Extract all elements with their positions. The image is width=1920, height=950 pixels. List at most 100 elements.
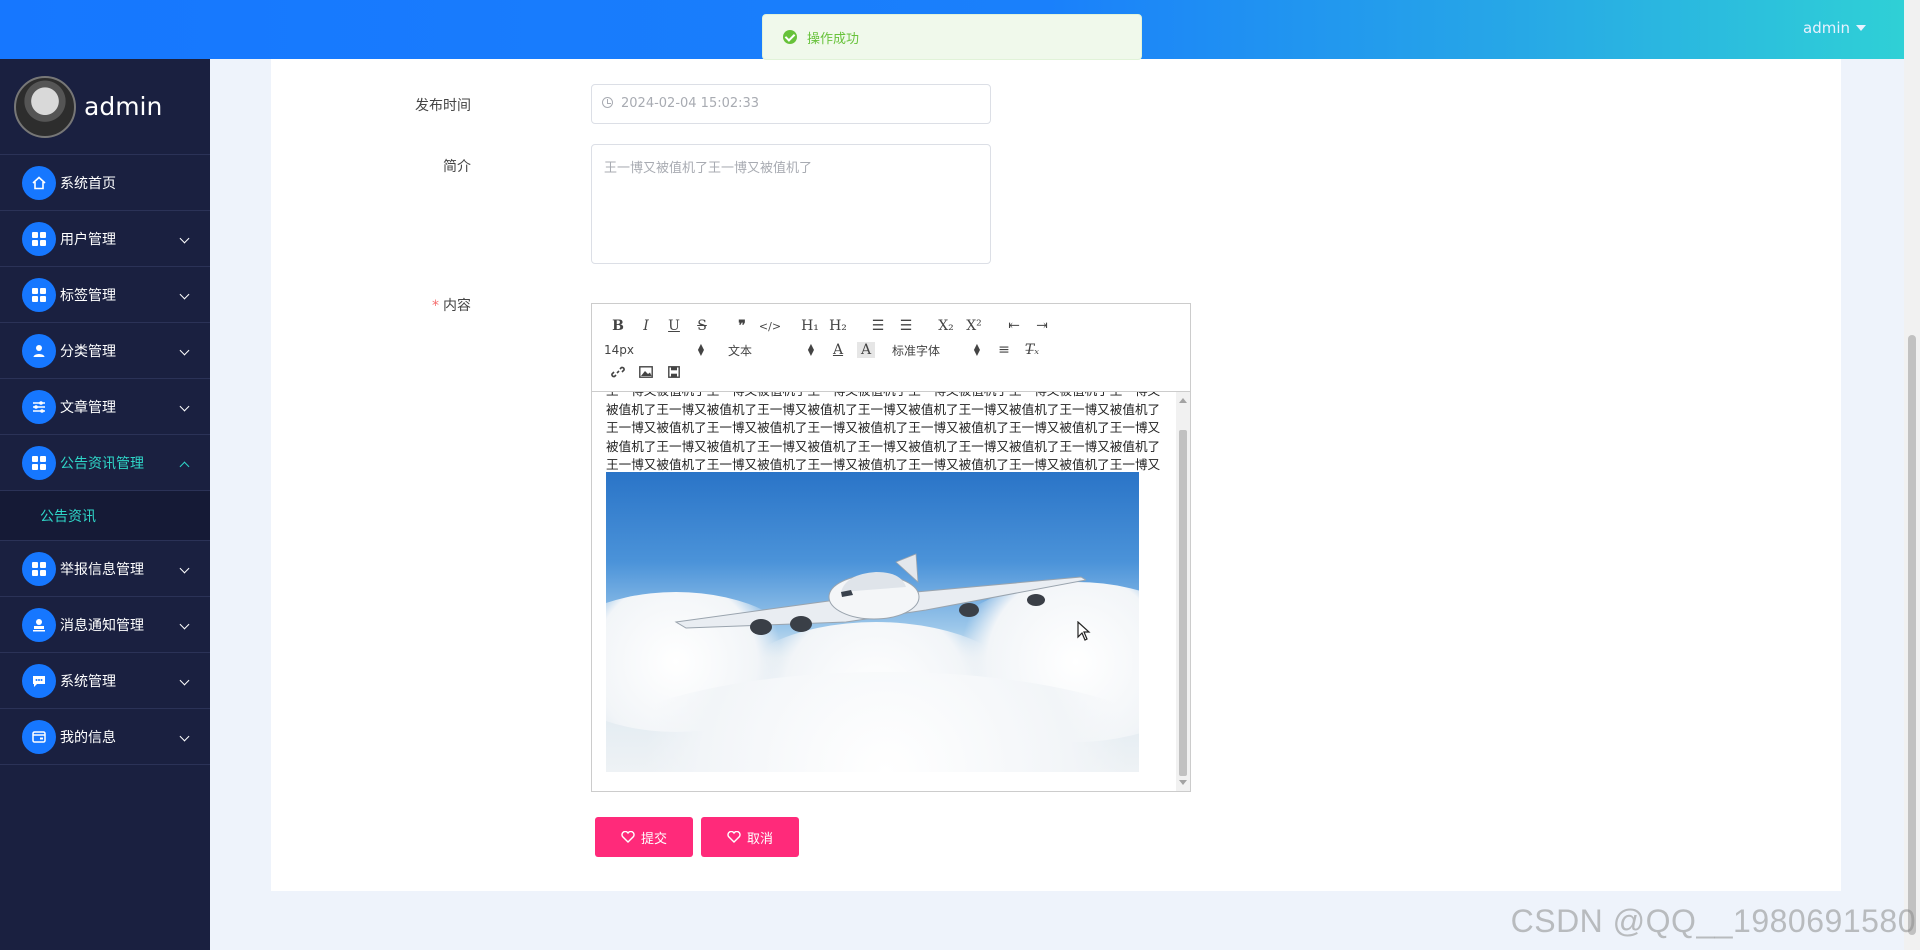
sidebar-subitem-announcements[interactable]: 公告资讯 [0, 491, 210, 541]
superscript-icon[interactable]: X² [960, 318, 988, 334]
page-scroll-thumb[interactable] [1908, 335, 1916, 935]
underline-icon[interactable]: U [660, 318, 688, 334]
required-mark: * [432, 298, 439, 314]
page-scrollbar[interactable] [1904, 0, 1920, 950]
sidebar-item-users[interactable]: 用户管理 [0, 211, 210, 267]
sidebar-item-tags[interactable]: 标签管理 [0, 267, 210, 323]
content-label: * 内容 [371, 295, 471, 315]
home-icon [22, 165, 56, 200]
sidebar-item-notifications[interactable]: 消息通知管理 [0, 597, 210, 653]
announcements-submenu: 公告资讯 [0, 491, 210, 541]
chevron-down-icon [179, 345, 190, 356]
publish-time-field[interactable]: 2024-02-04 15:02:33 [591, 84, 991, 124]
sidebar-brand: admin [0, 59, 210, 155]
submit-button[interactable]: 提交 [595, 817, 693, 857]
heading2-icon[interactable]: H₂ [824, 318, 852, 334]
link-icon[interactable] [604, 365, 632, 383]
mouse-cursor-icon [1077, 621, 1091, 641]
subscript-icon[interactable]: X₂ [932, 318, 960, 334]
ordered-list-icon[interactable]: ☰ [864, 318, 892, 334]
publish-time-label: 发布时间 [415, 98, 471, 114]
align-icon[interactable]: ≡ [990, 342, 1018, 358]
background-color-icon[interactable]: A [857, 342, 875, 358]
sidebar-item-label: 举报信息管理 [60, 561, 144, 578]
content-label-text: 内容 [443, 298, 471, 314]
sidebar-item-label: 我的信息 [60, 729, 116, 746]
summary-value: 王一博又被值机了王一博又被值机了 [604, 161, 813, 176]
updown-icon: ▲ ▼ [973, 342, 980, 357]
sidebar-item-label: 系统首页 [60, 175, 116, 192]
sidebar: admin 系统首页 用户管理 标签管理 分类管理 文章管理 公告资讯管理 公告… [0, 59, 210, 950]
cancel-label: 取消 [746, 831, 773, 847]
block-type-select[interactable]: 文本 ▲ ▼ [714, 342, 824, 359]
sidebar-item-announcements[interactable]: 公告资讯管理 [0, 435, 210, 491]
heart-icon [727, 831, 741, 843]
sidebar-item-home[interactable]: 系统首页 [0, 155, 210, 211]
grid-icon [22, 277, 56, 312]
sidebar-item-label: 文章管理 [60, 399, 116, 416]
updown-icon: ▲ ▼ [807, 342, 814, 357]
sidebar-item-my-info[interactable]: 我的信息 [0, 709, 210, 765]
sidebar-item-label: 系统管理 [60, 673, 116, 690]
code-icon[interactable]: </> [756, 320, 784, 333]
chat-icon [22, 663, 56, 698]
toast-message: 操作成功 [807, 31, 860, 47]
publish-time-value: 2024-02-04 15:02:33 [621, 96, 760, 111]
editor-scrollbar[interactable] [1176, 392, 1190, 791]
summary-textarea[interactable]: 王一博又被值机了王一博又被值机了 [591, 144, 991, 264]
blockquote-icon[interactable]: ❞ [728, 318, 756, 334]
bold-icon[interactable]: B [604, 318, 632, 334]
sidebar-item-categories[interactable]: 分类管理 [0, 323, 210, 379]
sidebar-item-label: 用户管理 [60, 231, 116, 248]
sidebar-item-label: 标签管理 [60, 287, 116, 304]
wallet-icon [22, 719, 56, 754]
editor-toolbar: B I U S ❞ </> H₁ H₂ ☰ ☰ X₂ X² ⇤ ⇥ 14px ▲… [592, 304, 1190, 392]
sidebar-item-articles[interactable]: 文章管理 [0, 379, 210, 435]
success-toast: 操作成功 [762, 14, 1142, 60]
summary-label: 简介 [443, 159, 471, 175]
sidebar-item-label: 公告资讯管理 [60, 455, 144, 472]
indent-icon[interactable]: ⇥ [1028, 318, 1056, 334]
scroll-up-icon [1179, 398, 1187, 403]
sidebar-item-reports[interactable]: 举报信息管理 [0, 541, 210, 597]
italic-icon[interactable]: I [632, 318, 660, 334]
heading1-icon[interactable]: H₁ [796, 318, 824, 334]
editor-content-area[interactable]: 王一博又被值机了王一博又被值机了王一博又被值机了王一博又被值机了王一博又被值机了… [592, 392, 1190, 791]
cancel-button[interactable]: 取消 [701, 817, 799, 857]
avatar [14, 75, 76, 138]
updown-icon: ▲ ▼ [697, 342, 704, 357]
grid-icon [22, 445, 56, 480]
outdent-icon[interactable]: ⇤ [1000, 318, 1028, 334]
chevron-down-icon [179, 675, 190, 686]
font-family-select[interactable]: 标准字体 ▲ ▼ [880, 342, 990, 359]
heart-icon [621, 831, 635, 843]
editor-scroll-thumb[interactable] [1179, 430, 1187, 776]
user-menu[interactable]: admin [1803, 19, 1866, 37]
scroll-down-icon [1179, 780, 1187, 785]
caret-down-icon [1856, 25, 1866, 31]
user-menu-label: admin [1803, 19, 1850, 37]
strikethrough-icon[interactable]: S [688, 318, 716, 334]
block-type-value: 文本 [728, 343, 753, 358]
chevron-down-icon [179, 619, 190, 630]
font-color-icon[interactable]: A [824, 342, 852, 358]
submit-label: 提交 [640, 831, 667, 847]
video-icon[interactable] [660, 366, 688, 382]
stamp-icon [22, 607, 56, 642]
font-size-value: 14px [604, 343, 634, 357]
check-circle-icon [783, 30, 797, 44]
font-size-select[interactable]: 14px ▲ ▼ [604, 342, 714, 358]
sidebar-item-label: 消息通知管理 [60, 617, 144, 634]
grid-icon [22, 221, 56, 256]
clear-format-icon[interactable]: T̶ₓ [1018, 342, 1046, 358]
clock-icon [602, 97, 613, 108]
sidebar-item-system[interactable]: 系统管理 [0, 653, 210, 709]
sidebar-item-label: 分类管理 [60, 343, 116, 360]
sliders-icon [22, 389, 56, 424]
brand-name: admin [84, 92, 163, 121]
chevron-down-icon [179, 233, 190, 244]
bullet-list-icon[interactable]: ☰ [892, 318, 920, 334]
user-icon [22, 333, 56, 368]
image-icon[interactable] [632, 366, 660, 382]
font-family-value: 标准字体 [892, 343, 941, 358]
